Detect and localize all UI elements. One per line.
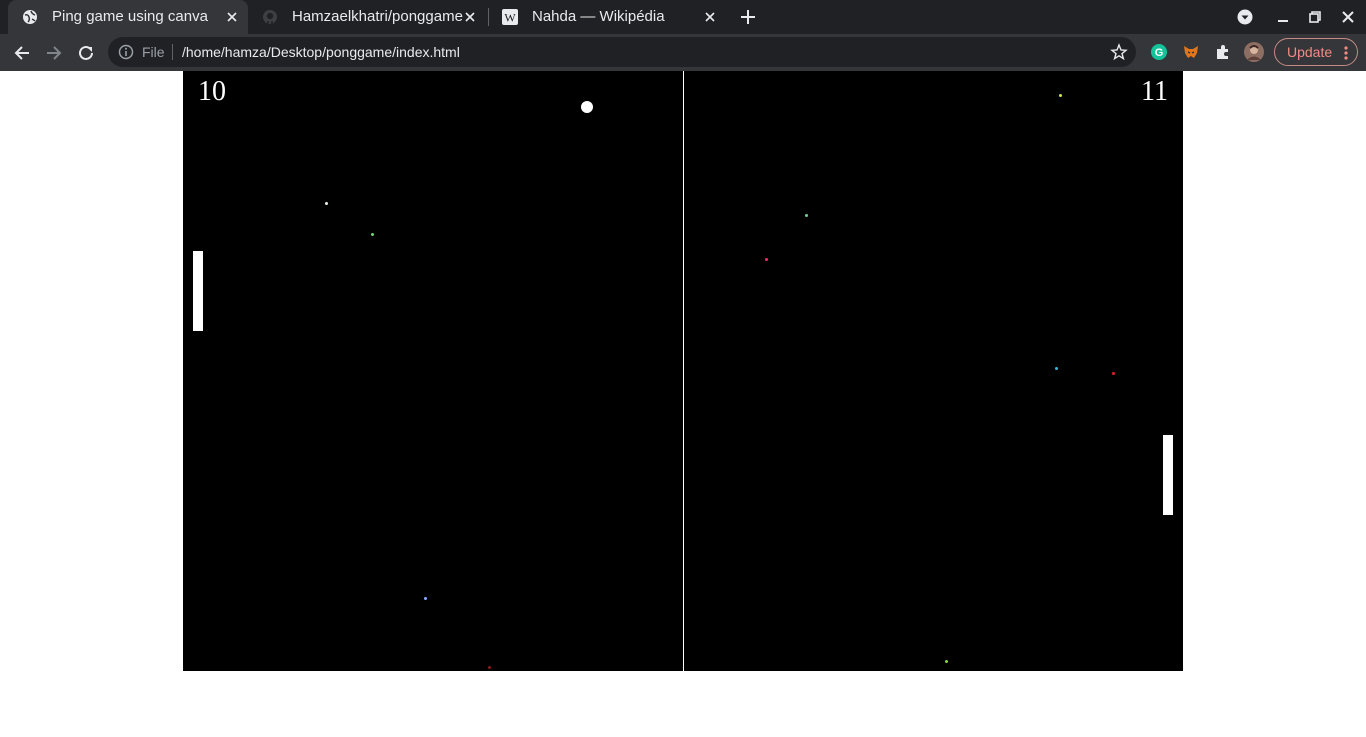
more-menu-icon[interactable] xyxy=(1344,45,1348,61)
forward-button[interactable] xyxy=(41,40,67,66)
close-tab-icon[interactable] xyxy=(702,9,718,25)
particle xyxy=(1055,367,1058,370)
center-line xyxy=(683,71,684,671)
restore-button[interactable] xyxy=(1305,7,1325,27)
wikipedia-icon: W xyxy=(502,9,518,25)
left-score: 10 xyxy=(198,76,226,107)
particle xyxy=(945,660,948,663)
close-window-button[interactable] xyxy=(1338,7,1358,27)
update-button[interactable]: Update xyxy=(1274,38,1358,66)
svg-text:G: G xyxy=(1155,47,1164,59)
bookmark-star-icon[interactable] xyxy=(1110,43,1128,61)
tab-strip: Ping game using canva Hamzaelkhatri/pong… xyxy=(0,0,1366,34)
github-icon xyxy=(262,9,278,25)
left-paddle xyxy=(193,251,203,331)
tab-wikipedia[interactable]: W Nahda — Wikipédia xyxy=(488,0,728,34)
tab-title: Hamzaelkhatri/ponggame xyxy=(292,8,463,25)
particle xyxy=(765,258,768,261)
tab-title: Nahda — Wikipédia xyxy=(532,8,665,25)
particle xyxy=(1059,94,1062,97)
pong-canvas[interactable]: 10 11 xyxy=(183,71,1183,671)
particle xyxy=(325,202,328,205)
particle xyxy=(488,666,491,669)
info-icon[interactable] xyxy=(118,44,134,60)
particle xyxy=(424,597,427,600)
tab-github[interactable]: Hamzaelkhatri/ponggame xyxy=(248,0,488,34)
back-button[interactable] xyxy=(9,40,35,66)
svg-text:W: W xyxy=(504,11,516,25)
profile-avatar[interactable] xyxy=(1244,42,1264,62)
ball xyxy=(581,101,593,113)
browser-toolbar: File /home/hamza/Desktop/ponggame/index.… xyxy=(0,34,1366,71)
minimize-button[interactable] xyxy=(1273,7,1293,27)
grammarly-extension-icon[interactable]: G xyxy=(1149,42,1169,62)
particle xyxy=(371,233,374,236)
url-scheme-label: File xyxy=(142,44,165,60)
address-bar[interactable]: File /home/hamza/Desktop/ponggame/index.… xyxy=(108,37,1136,67)
tab-title: Ping game using canva xyxy=(52,8,208,25)
extensions-puzzle-icon[interactable] xyxy=(1213,42,1233,62)
reload-button[interactable] xyxy=(73,40,99,66)
metamask-extension-icon[interactable] xyxy=(1181,42,1201,62)
url-text[interactable]: /home/hamza/Desktop/ponggame/index.html xyxy=(182,44,460,60)
close-tab-icon[interactable] xyxy=(224,9,240,25)
particle xyxy=(805,214,808,217)
globe-icon xyxy=(22,9,38,25)
new-tab-button[interactable] xyxy=(736,5,760,29)
tab-ping-game[interactable]: Ping game using canva xyxy=(8,0,248,34)
url-divider xyxy=(172,44,173,60)
update-label: Update xyxy=(1287,44,1333,60)
particle xyxy=(1112,372,1115,375)
tab-search-button[interactable] xyxy=(1235,7,1255,27)
right-paddle xyxy=(1163,435,1173,515)
close-tab-icon[interactable] xyxy=(462,9,478,25)
right-score: 11 xyxy=(1141,76,1168,107)
